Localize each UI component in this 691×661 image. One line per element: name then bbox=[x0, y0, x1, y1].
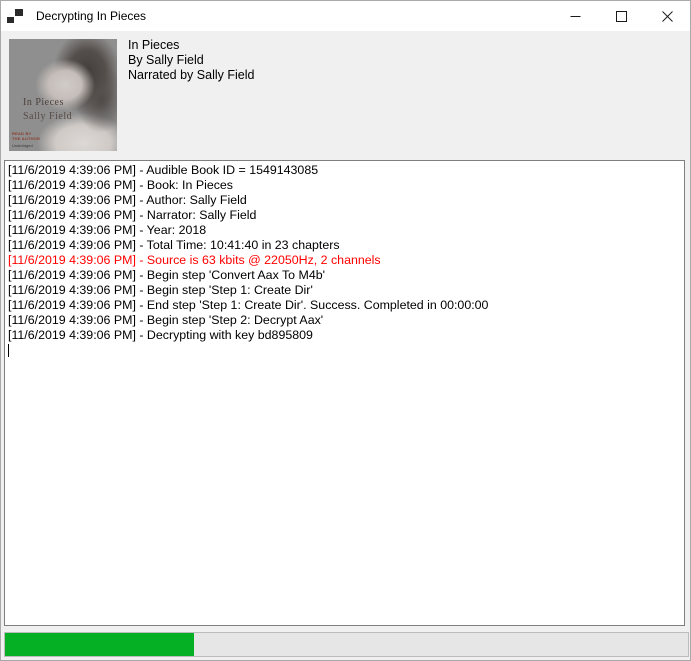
log-line: [11/6/2019 4:39:06 PM] - Audible Book ID… bbox=[8, 163, 681, 178]
app-icon bbox=[7, 9, 23, 23]
book-narrator: Narrated by Sally Field bbox=[128, 68, 254, 83]
book-title: In Pieces bbox=[128, 38, 254, 53]
window-title: Decrypting In Pieces bbox=[36, 9, 146, 23]
book-author: By Sally Field bbox=[128, 53, 254, 68]
book-info: In Pieces By Sally Field Narrated by Sal… bbox=[128, 38, 254, 83]
log-line: [11/6/2019 4:39:06 PM] - Year: 2018 bbox=[8, 223, 681, 238]
app-icon-small-square bbox=[7, 17, 14, 23]
cover-read-by-badge: READ BY THE AUTHOR bbox=[12, 131, 40, 141]
close-icon bbox=[662, 11, 673, 22]
log-line: [11/6/2019 4:39:06 PM] - Begin step 'Ste… bbox=[8, 313, 681, 328]
log-line: [11/6/2019 4:39:06 PM] - Book: In Pieces bbox=[8, 178, 681, 193]
log-line: [11/6/2019 4:39:06 PM] - Begin step 'Con… bbox=[8, 268, 681, 283]
log-line: [11/6/2019 4:39:06 PM] - Narrator: Sally… bbox=[8, 208, 681, 223]
cover-author-text: Sally Field bbox=[23, 110, 72, 123]
title-bar: Decrypting In Pieces bbox=[1, 1, 690, 31]
progress-bar bbox=[4, 632, 689, 657]
text-caret bbox=[8, 344, 9, 357]
app-icon-large-square bbox=[13, 9, 23, 18]
maximize-icon bbox=[616, 11, 627, 22]
cover-title-text: In Pieces bbox=[23, 96, 64, 109]
maximize-button[interactable] bbox=[598, 1, 644, 31]
minimize-icon bbox=[570, 11, 581, 22]
log-line: [11/6/2019 4:39:06 PM] - Source is 63 kb… bbox=[8, 253, 681, 268]
book-cover-image: In Pieces Sally Field READ BY THE AUTHOR… bbox=[9, 39, 117, 151]
log-line: [11/6/2019 4:39:06 PM] - Total Time: 10:… bbox=[8, 238, 681, 253]
log-line: [11/6/2019 4:39:06 PM] - Begin step 'Ste… bbox=[8, 283, 681, 298]
log-line: [11/6/2019 4:39:06 PM] - Author: Sally F… bbox=[8, 193, 681, 208]
progress-bar-fill bbox=[5, 633, 194, 656]
app-window: Decrypting In Pieces In Pieces Sally Fie… bbox=[0, 0, 691, 661]
log-line: [11/6/2019 4:39:06 PM] - End step 'Step … bbox=[8, 298, 681, 313]
log-line: [11/6/2019 4:39:06 PM] - Decrypting with… bbox=[8, 328, 681, 343]
minimize-button[interactable] bbox=[552, 1, 598, 31]
caption-buttons bbox=[552, 1, 690, 31]
cover-unabridged-badge: Unabridged bbox=[12, 143, 33, 148]
log-textbox[interactable]: [11/6/2019 4:39:06 PM] - Audible Book ID… bbox=[4, 160, 685, 626]
close-button[interactable] bbox=[644, 1, 690, 31]
